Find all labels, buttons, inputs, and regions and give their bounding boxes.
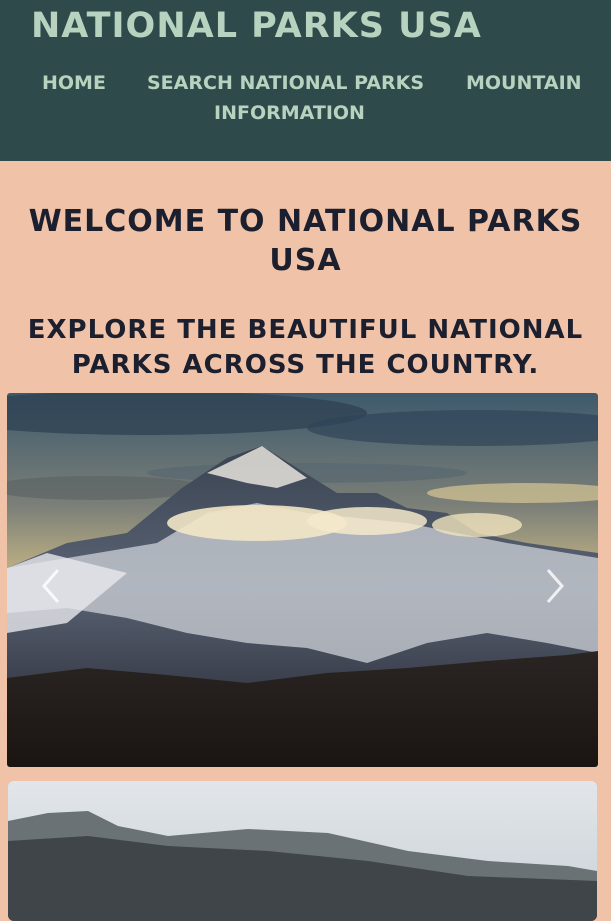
mountain-photo bbox=[7, 393, 598, 767]
explore-subheading: Explore the beautiful National Parks acr… bbox=[0, 313, 611, 383]
carousel-prev-button[interactable] bbox=[36, 566, 66, 606]
carousel-slide-hills bbox=[8, 781, 597, 921]
explore-subheading-line2: Parks across the country. bbox=[71, 350, 540, 380]
welcome-heading: Welcome to National Parks USA bbox=[0, 202, 611, 280]
nav-mountain-info-link[interactable]: Mountain bbox=[466, 72, 582, 94]
chevron-left-icon bbox=[42, 569, 60, 603]
welcome-heading-line1: Welcome to National Parks bbox=[28, 204, 583, 239]
nav-search-parks-link[interactable]: Search National Parks bbox=[147, 72, 424, 94]
nav-home-link[interactable]: Home bbox=[42, 72, 106, 94]
site-title[interactable]: National Parks USA bbox=[31, 6, 482, 46]
chevron-right-icon bbox=[546, 569, 564, 603]
hills-photo bbox=[8, 781, 597, 921]
site-header: National Parks USA Home Search National … bbox=[0, 0, 611, 161]
welcome-heading-line2: USA bbox=[269, 243, 342, 278]
nav-mountain-info-link-line2[interactable]: Information bbox=[214, 102, 365, 124]
carousel-slide-mountain bbox=[7, 393, 598, 767]
explore-subheading-line1: Explore the beautiful National bbox=[27, 315, 584, 345]
carousel-next-button[interactable] bbox=[540, 566, 570, 606]
